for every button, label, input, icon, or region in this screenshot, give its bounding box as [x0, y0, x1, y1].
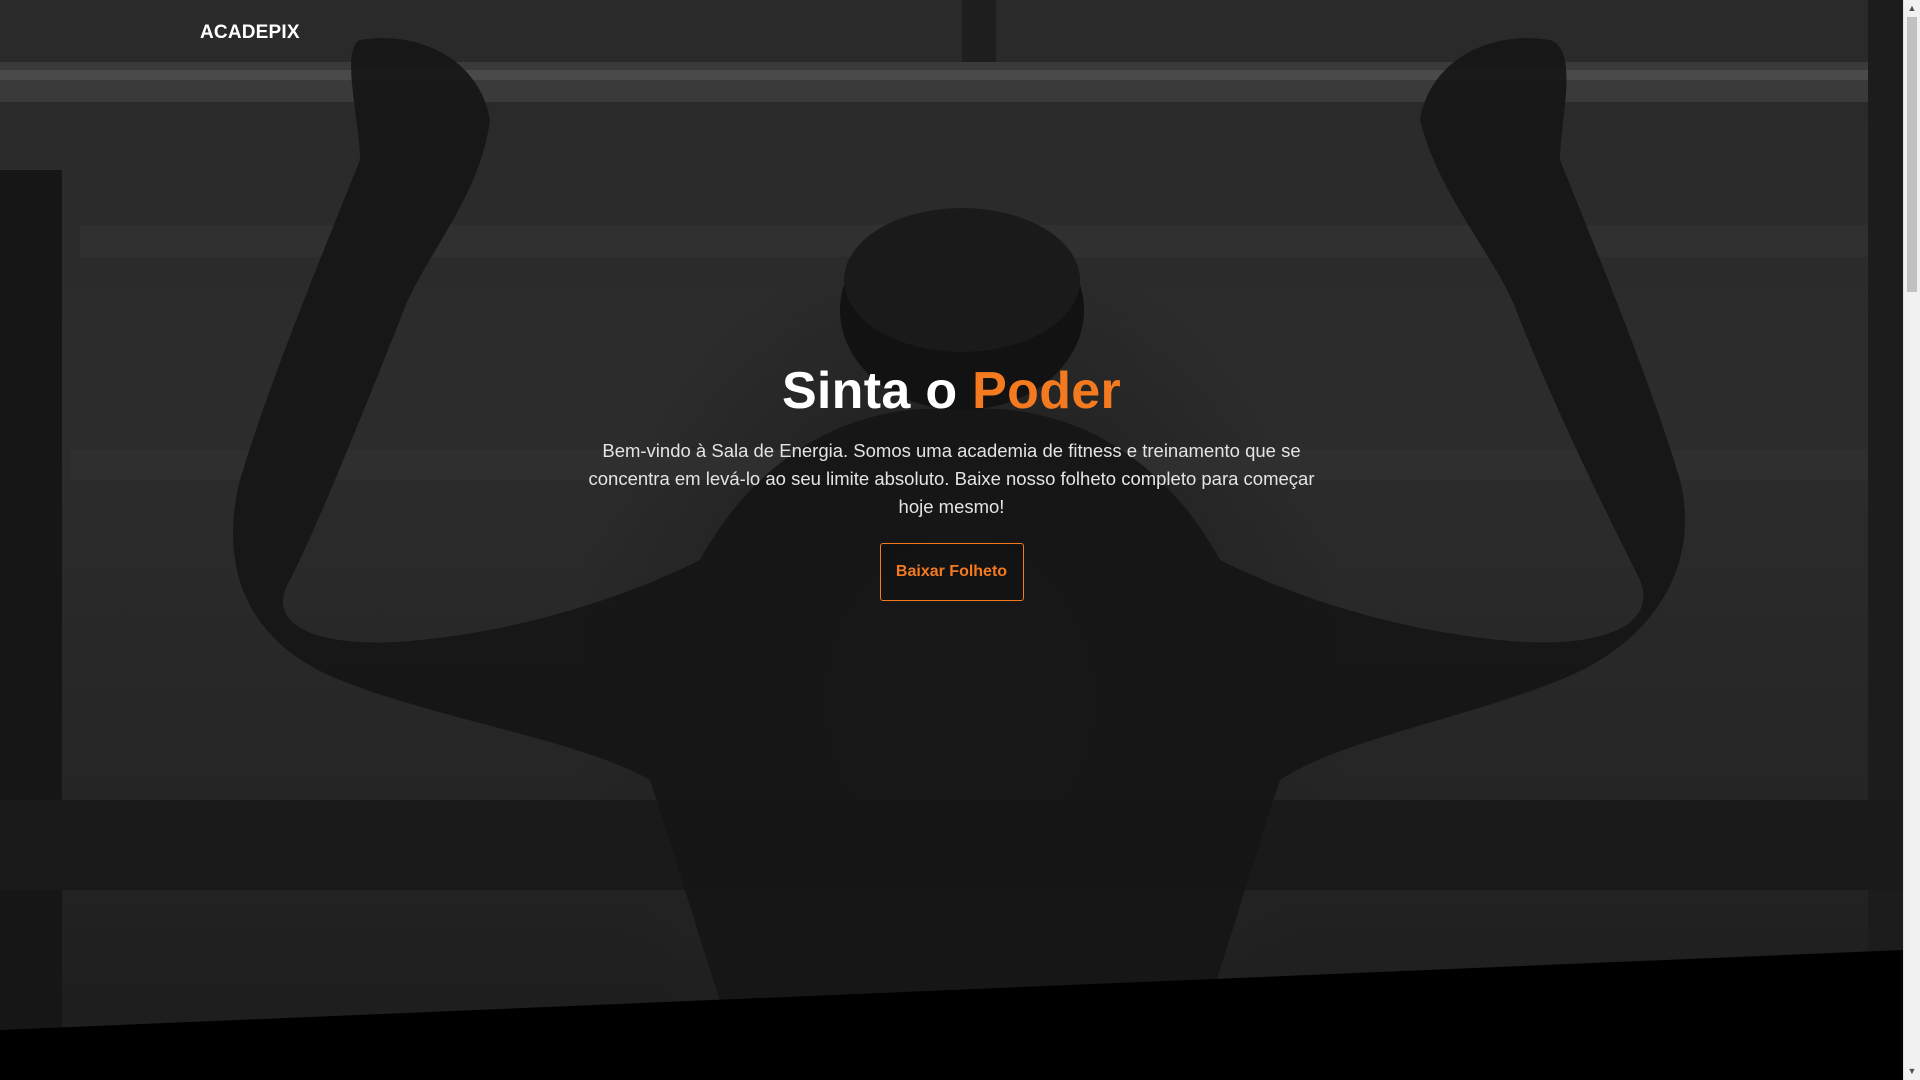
page-scrollbar[interactable]: ▲ ▼ [1903, 0, 1920, 1080]
scroll-up-arrow-icon[interactable]: ▲ [1904, 0, 1920, 17]
hero-title: Sinta o Poder [0, 355, 1903, 427]
scroll-down-arrow-icon[interactable]: ▼ [1904, 1063, 1920, 1080]
site-logo[interactable]: ACADEPIX [200, 22, 300, 44]
hero-description: Bem-vindo à Sala de Energia. Somos uma a… [588, 440, 1315, 517]
page: ACADEPIX Sinta o Poder Bem-vindo à Sala … [0, 0, 1920, 1080]
hero-section: Sinta o Poder Bem-vindo à Sala de Energi… [0, 355, 1903, 601]
scrollbar-thumb[interactable] [1907, 17, 1917, 292]
hero-title-accent: Poder [972, 362, 1122, 420]
hero-title-main: Sinta o [781, 362, 973, 420]
download-brochure-button[interactable]: Baixar Folheto [879, 543, 1024, 601]
navbar: ACADEPIX [0, 0, 1903, 70]
